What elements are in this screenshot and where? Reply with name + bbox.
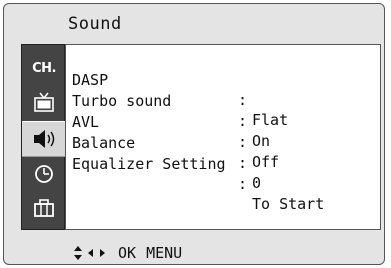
- row-colon: :: [238, 154, 248, 172]
- footer-hints: OK MENU: [74, 244, 182, 262]
- menu-row-equalizer[interactable]: Equalizer Setting : To Start: [72, 134, 324, 213]
- menu-panel: DASP : Flat Turbo sound : On AVL : Off B…: [65, 44, 381, 230]
- sidebar-item-sound[interactable]: [22, 121, 65, 157]
- row-label: Equalizer Setting: [72, 155, 226, 173]
- navigation-arrows-icon: [74, 245, 108, 261]
- row-value: Off: [252, 153, 280, 171]
- ok-hint: OK: [118, 244, 137, 262]
- sidebar-item-tv[interactable]: [22, 85, 66, 119]
- menu-row-dasp[interactable]: DASP : Flat: [72, 50, 288, 129]
- row-colon: :: [238, 91, 248, 109]
- toolbox-icon: [34, 199, 54, 217]
- menu-row-avl[interactable]: AVL : Off: [72, 92, 279, 171]
- sidebar-item-time[interactable]: [22, 157, 66, 191]
- page-title: Sound: [68, 14, 122, 34]
- speaker-icon: [33, 130, 54, 148]
- clock-icon: [35, 165, 53, 183]
- sidebar-item-label: CH.: [32, 60, 56, 76]
- row-value: To Start: [252, 195, 325, 213]
- row-value: 0: [252, 174, 262, 192]
- menu-row-turbo-sound[interactable]: Turbo sound : On: [72, 71, 270, 150]
- tv-icon: [34, 92, 54, 112]
- row-value: Flat: [252, 111, 289, 129]
- row-colon: :: [238, 175, 248, 193]
- sidebar: CH.: [21, 44, 65, 230]
- row-colon: :: [238, 133, 248, 151]
- sidebar-item-channel[interactable]: CH.: [22, 51, 66, 85]
- menu-row-balance[interactable]: Balance : 0: [72, 113, 261, 192]
- row-colon: :: [238, 112, 248, 130]
- row-value: On: [252, 132, 271, 150]
- sidebar-item-setup[interactable]: [22, 191, 66, 225]
- osd-screen: Sound CH. DASP: Flat Turbo sound: On A…: [3, 3, 385, 265]
- menu-hint: MENU: [146, 244, 183, 262]
